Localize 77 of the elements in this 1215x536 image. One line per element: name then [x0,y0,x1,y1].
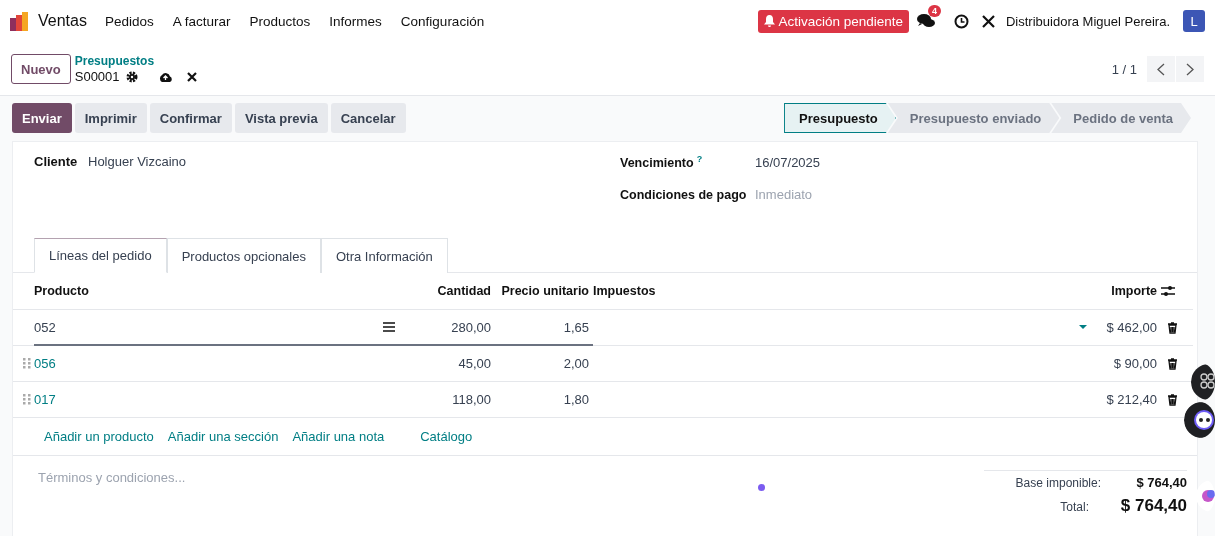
next-button[interactable] [1176,56,1204,82]
action-button[interactable]: Cancelar [330,103,406,133]
drag-handle-icon[interactable] [23,358,31,369]
company-name[interactable]: Distribuidora Miguel Pereira. [1006,13,1170,29]
menu-item[interactable]: Pedidos [104,13,154,29]
unit-price-cell: 2,00 [563,356,589,371]
settings-sliders-icon[interactable] [1161,285,1175,297]
trash-icon[interactable] [1167,393,1178,406]
tab[interactable]: Productos opcionales [166,238,321,273]
activation-button[interactable]: Activación pendiente [758,9,909,33]
trash-icon[interactable] [1167,357,1178,370]
trash-icon[interactable] [1167,321,1178,334]
clock-icon[interactable] [954,13,969,29]
gear-icon[interactable] [125,70,138,83]
field-label: Condiciones de pago [620,188,748,203]
date-field[interactable]: 16/07/2025 [755,155,821,171]
menu-icon[interactable] [383,322,395,332]
customer-field[interactable]: Holguer Vizcaino [88,154,187,169]
quantity-cell: 45,00 [458,356,491,371]
column-header[interactable]: Importe [1091,273,1161,310]
product-cell[interactable]: 017 [34,392,56,407]
amount-cell: $ 212,40 [1106,392,1157,407]
breadcrumb-link[interactable]: Presupuestos [74,54,197,69]
chat-icon[interactable] [917,13,935,29]
add-link[interactable]: Catálogo [420,429,473,444]
tab[interactable]: Líneas del pedido [34,238,167,273]
total-label: Total: [1060,500,1089,514]
bell-icon [764,15,776,27]
cloud-upload-icon[interactable] [157,71,173,82]
add-link[interactable]: Añadir una sección [167,429,279,444]
action-button[interactable]: Vista previa [234,103,328,133]
column-header[interactable]: Impuestos [593,273,1091,310]
apps-bubble-icon[interactable] [1191,364,1215,400]
menu-item[interactable]: Productos [249,13,311,29]
app-logo-icon[interactable] [10,11,30,31]
product-cell[interactable]: 052 [34,319,56,335]
menu-item[interactable]: A facturar [172,13,231,29]
total-value: $ 764,40 [1119,496,1187,516]
add-link[interactable]: Añadir un producto [44,429,154,444]
unit-price-cell: 1,80 [563,392,589,407]
action-button[interactable]: Confirmar [149,103,232,133]
new-button[interactable]: Nuevo [11,54,71,84]
assistant-bubble-icon[interactable] [1184,402,1215,438]
add-link[interactable]: Añadir una nota [292,429,385,444]
status-step[interactable]: Presupuesto enviado [887,103,1060,133]
quantity-cell: 280,00 [451,319,491,335]
dropdown-caret-icon[interactable] [1079,325,1087,330]
unit-price-cell: 1,65 [563,319,589,335]
chevron-left-icon [1157,62,1165,76]
action-button[interactable]: Enviar [12,103,72,133]
amount-cell: $ 462,00 [1106,320,1157,335]
status-dot-icon [758,484,765,491]
quantity-cell: 118,00 [452,392,491,407]
amount-cell: $ 90,00 [1113,356,1157,371]
field-label: Cliente [34,154,79,169]
message-count-badge: 4 [928,5,941,17]
user-avatar[interactable]: L [1183,10,1205,32]
status-step[interactable]: Presupuesto [784,103,896,133]
total-label: Base imponible: [1015,476,1101,490]
app-name[interactable]: Ventas [38,12,87,30]
status-step[interactable]: Pedido de venta [1051,103,1191,133]
column-header[interactable]: Producto [34,273,415,310]
chevron-right-icon [1186,62,1194,76]
tab[interactable]: Otra Información [320,238,448,273]
pager-text: 1 / 1 [1111,61,1137,77]
total-value: $ 764,40 [1135,475,1187,490]
product-cell[interactable]: 056 [34,356,56,371]
action-button[interactable]: Imprimir [74,103,147,133]
close-icon[interactable] [186,71,197,82]
column-header[interactable]: Cantidad [415,273,495,310]
drag-handle-icon[interactable] [23,394,31,405]
record-name: S00001 [74,69,120,84]
column-header[interactable]: Precio unitario [495,273,593,310]
menu-item[interactable]: Configuración [400,13,485,29]
field-label: Vencimiento $^{?}$ [620,154,704,171]
menu-item[interactable]: Informes [329,13,382,29]
previous-button[interactable] [1147,56,1175,82]
